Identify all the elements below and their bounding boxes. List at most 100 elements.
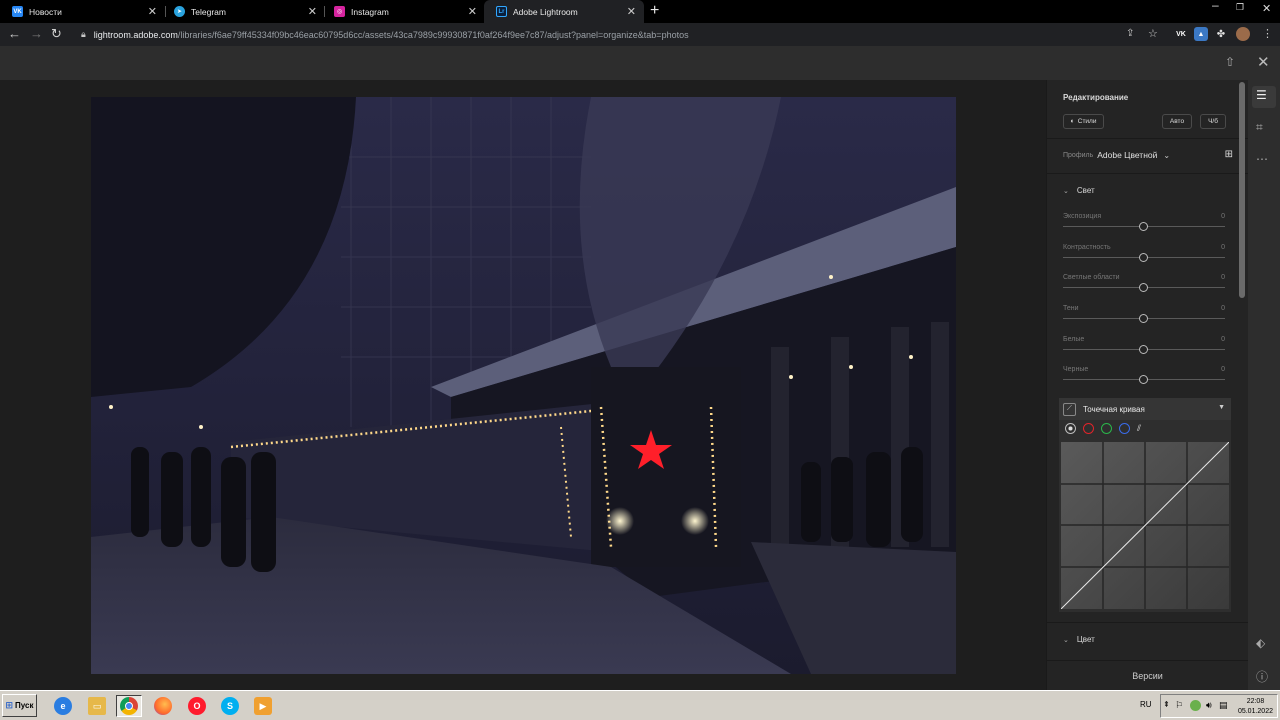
photo-extension-icon[interactable]: ▲ <box>1194 27 1208 41</box>
contrast-slider[interactable]: Контрастность 0 <box>1063 244 1225 268</box>
reload-icon[interactable]: ↻ <box>51 26 62 42</box>
share-icon[interactable]: ⇧ <box>1225 55 1235 69</box>
red-channel-button[interactable] <box>1083 423 1094 434</box>
profile-avatar[interactable] <box>1236 27 1250 41</box>
versions-button[interactable]: Версии <box>1047 660 1248 690</box>
slider-handle[interactable] <box>1139 345 1148 354</box>
slider-value[interactable]: 0 <box>1221 336 1225 343</box>
tab-telegram[interactable]: ➤ Telegram ✕ <box>162 0 325 23</box>
exposure-slider[interactable]: Экспозиция 0 <box>1063 213 1225 237</box>
panel-title: Редактирование <box>1063 93 1129 102</box>
shadows-slider[interactable]: Тени 0 <box>1063 305 1225 329</box>
skype-icon: S <box>221 697 239 715</box>
opera-taskbar-icon[interactable]: O <box>184 695 210 717</box>
slider-value[interactable]: 0 <box>1221 274 1225 281</box>
profile-selector[interactable]: Профиль Adobe Цветной ⌄ ⊞ <box>1063 149 1233 160</box>
blacks-slider[interactable]: Черные 0 <box>1063 366 1225 390</box>
new-tab-button[interactable]: + <box>650 2 659 20</box>
address-bar[interactable]: 🔒︎ lightroom.adobe.com/libraries/f6ae79f… <box>72 25 1172 44</box>
firefox-taskbar-icon[interactable] <box>150 695 176 717</box>
close-tab-icon[interactable]: ✕ <box>308 5 317 18</box>
back-icon[interactable]: ← <box>8 26 21 41</box>
slider-value[interactable]: 0 <box>1221 213 1225 220</box>
profile-browser-icon[interactable]: ⊞ <box>1225 149 1233 160</box>
close-tab-icon[interactable]: ✕ <box>468 5 477 18</box>
curve-graph[interactable] <box>1060 441 1230 610</box>
tab-label: Новости <box>29 6 62 17</box>
slider-handle[interactable] <box>1139 314 1148 323</box>
language-indicator[interactable]: RU <box>1140 700 1152 709</box>
slider-value[interactable]: 0 <box>1221 305 1225 312</box>
divider <box>1047 622 1248 623</box>
edited-photo[interactable] <box>91 97 956 674</box>
bookmark-star-icon[interactable]: ☆ <box>1148 27 1158 40</box>
panel-scrollbar[interactable] <box>1239 82 1245 298</box>
tab-news[interactable]: VK Новости ✕ <box>0 0 165 23</box>
slider-value[interactable]: 0 <box>1221 366 1225 373</box>
close-tab-icon[interactable]: ✕ <box>627 5 636 18</box>
blue-channel-button[interactable] <box>1119 423 1130 434</box>
tray-arrow-icon[interactable]: ⇞ <box>1163 700 1170 709</box>
tab-lightroom[interactable]: Lr Adobe Lightroom ✕ <box>484 0 644 23</box>
divider <box>1047 138 1248 139</box>
bw-button[interactable]: Ч/б <box>1200 114 1226 129</box>
close-tab-icon[interactable]: ✕ <box>148 5 157 18</box>
ie-taskbar-icon[interactable]: e <box>50 695 76 717</box>
network-icon[interactable]: ▤ <box>1219 700 1228 711</box>
close-editor-icon[interactable]: ✕ <box>1257 53 1270 71</box>
slider-handle[interactable] <box>1139 222 1148 231</box>
slider-label: Светлые области <box>1063 274 1120 281</box>
rgb-channel-button[interactable] <box>1065 423 1076 434</box>
crop-icon[interactable]: ⌗ <box>1256 120 1263 135</box>
media-player-taskbar-icon[interactable]: ▶ <box>250 695 276 717</box>
tab-instagram[interactable]: ◎ Instagram ✕ <box>322 0 485 23</box>
slider-handle[interactable] <box>1139 253 1148 262</box>
forward-icon[interactable]: → <box>30 26 43 41</box>
highlights-slider[interactable]: Светлые области 0 <box>1063 274 1225 298</box>
skype-taskbar-icon[interactable]: S <box>217 695 243 717</box>
more-icon[interactable]: ⋯ <box>1256 152 1268 166</box>
flag-icon[interactable]: ⚐ <box>1175 700 1183 711</box>
url-path: /libraries/f6ae79ff45334f09bc46eac60795d… <box>177 29 689 40</box>
parametric-curve-icon[interactable]: ⫽ <box>1137 423 1141 434</box>
lightroom-topbar: ⇧ ✕ <box>0 46 1280 80</box>
update-icon[interactable] <box>1190 700 1201 711</box>
media-player-icon: ▶ <box>254 697 272 715</box>
browser-toolbar: ← → ↻ 🔒︎ lightroom.adobe.com/libraries/f… <box>0 23 1280 46</box>
start-button[interactable]: ⊞ Пуск <box>2 694 37 717</box>
browser-menu-icon[interactable]: ⋮ <box>1262 27 1273 40</box>
extensions-puzzle-icon[interactable]: ✤ <box>1214 27 1228 41</box>
section-color-header[interactable]: ⌄ Цвет <box>1063 635 1095 644</box>
instagram-icon: ◎ <box>334 6 345 17</box>
slider-handle[interactable] <box>1139 375 1148 384</box>
slider-value[interactable]: 0 <box>1221 244 1225 251</box>
auto-label: Авто <box>1169 118 1185 125</box>
clock[interactable]: 22:08 05.01.2022 <box>1238 697 1273 717</box>
minimize-icon[interactable]: ‒ <box>1212 0 1219 12</box>
firefox-icon <box>154 697 172 715</box>
vk-extension-icon[interactable]: VK <box>1174 27 1188 41</box>
start-label: Пуск <box>15 701 34 710</box>
slider-handle[interactable] <box>1139 283 1148 292</box>
tab-label: Adobe Lightroom <box>513 6 578 17</box>
tag-icon[interactable]: ⬖ <box>1256 636 1265 650</box>
restore-icon[interactable]: ❐ <box>1236 2 1244 13</box>
whites-slider[interactable]: Белые 0 <box>1063 336 1225 360</box>
edit-sliders-icon[interactable]: ☰ <box>1256 88 1267 102</box>
point-curve-header[interactable]: ⟋ Точечная кривая ▼ <box>1059 398 1231 420</box>
window-close-icon[interactable]: ✕ <box>1262 2 1271 15</box>
auto-button[interactable]: Авто <box>1162 114 1192 129</box>
volume-icon[interactable]: 🔊︎ <box>1206 700 1212 711</box>
slider-label: Экспозиция <box>1063 213 1102 220</box>
section-light-header[interactable]: ⌄ Свет <box>1063 186 1095 195</box>
caret-down-icon[interactable]: ▼ <box>1218 404 1225 411</box>
share-page-icon[interactable]: ⇪ <box>1126 28 1134 39</box>
info-icon[interactable]: ⓘ <box>1256 668 1268 685</box>
photo-canvas <box>0 80 1046 690</box>
tool-rail: ☰ ⌗ ⋯ ⬖ ⓘ <box>1248 80 1280 690</box>
chrome-taskbar-icon[interactable] <box>116 695 142 717</box>
styles-button[interactable]: ◐ Стили <box>1063 114 1104 129</box>
explorer-taskbar-icon[interactable]: ▭ <box>84 695 110 717</box>
point-curve-panel: ⟋ Точечная кривая ▼ ⫽ <box>1059 398 1231 612</box>
green-channel-button[interactable] <box>1101 423 1112 434</box>
